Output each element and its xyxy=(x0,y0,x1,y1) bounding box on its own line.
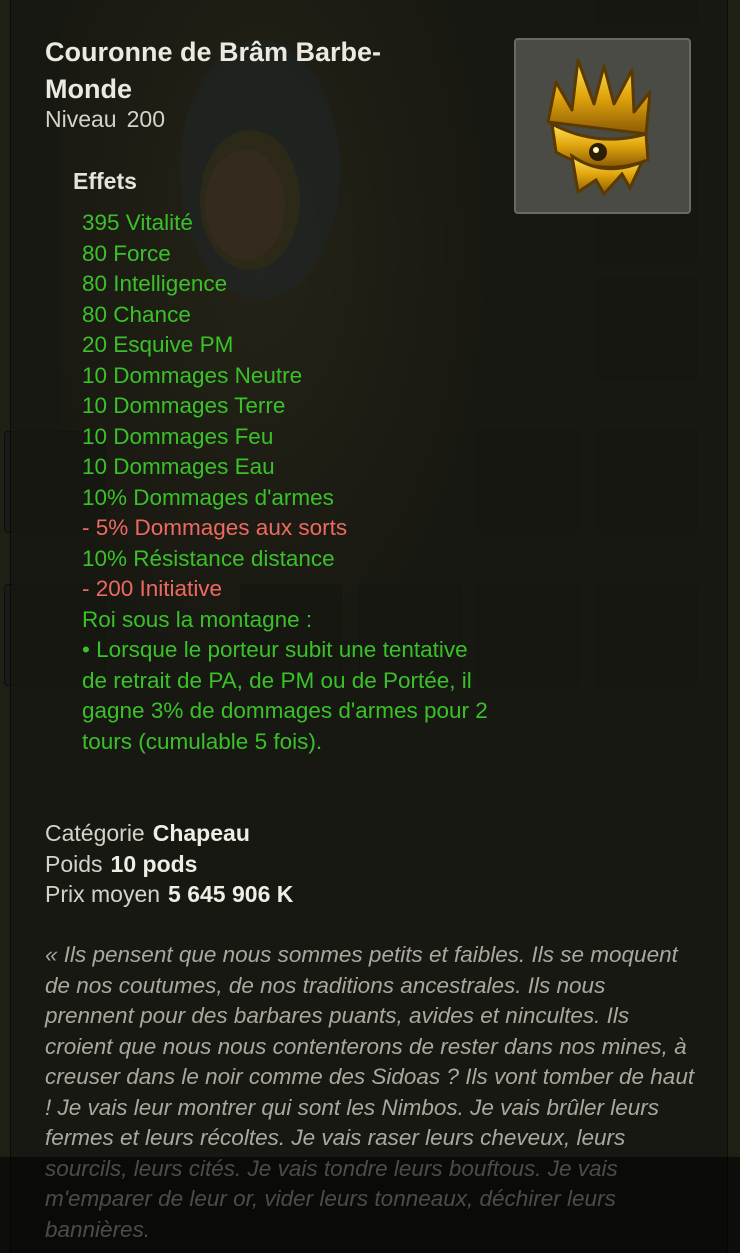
item-level-label: Niveau xyxy=(45,106,117,132)
special-effect-title: Roi sous la montagne : xyxy=(82,606,313,632)
effect-line: 20 Esquive PM xyxy=(82,332,234,357)
price-row: Prix moyen 5 645 906 K xyxy=(45,879,293,910)
weight-label: Poids xyxy=(45,850,103,877)
golden-crown-icon xyxy=(546,58,652,197)
effect-line: 80 Force xyxy=(82,240,171,266)
effect-line-negative: - 200 Initiative xyxy=(82,576,223,601)
effect-line: 80 Chance xyxy=(82,301,191,327)
effect-line: 80 Intelligence xyxy=(82,271,228,296)
effect-line: 10 Dommages Eau xyxy=(82,454,275,479)
bottom-shade xyxy=(0,1157,740,1253)
item-name: Couronne de Brâm Barbe-Monde xyxy=(45,37,382,104)
effect-line: 10% Dommages d'armes xyxy=(82,484,334,510)
item-level: Niveau 200 xyxy=(45,106,165,133)
item-properties: Catégorie Chapeau Poids 10 pods Prix moyen… xyxy=(45,818,293,910)
special-effect-description: • Lorsque le porteur subit une tentative… xyxy=(82,637,488,754)
category-label: Catégorie xyxy=(45,820,145,846)
item-level-value: 200 xyxy=(126,106,165,132)
category-row: Catégorie Chapeau xyxy=(45,818,293,849)
price-label: Prix moyen xyxy=(45,881,161,907)
effects-header: Effets xyxy=(73,168,137,194)
effect-line: 395 Vitalité xyxy=(82,210,193,235)
effect-line: 10 Dommages Feu xyxy=(82,423,274,449)
weight-row: Poids 10 pods xyxy=(45,849,293,880)
effect-line: 10% Résistance distance xyxy=(82,545,335,571)
category-value: Chapeau xyxy=(152,820,250,846)
effect-line: 10 Dommages Terre xyxy=(82,393,286,418)
price-value: 5 645 906 K xyxy=(168,881,294,907)
weight-value: 10 pods xyxy=(110,850,198,877)
effects-list: 395 Vitalité 80 Force 80 Intelligence 80… xyxy=(82,208,492,757)
item-icon-frame xyxy=(514,38,691,214)
effect-line: 10 Dommages Neutre xyxy=(82,362,303,388)
effect-line-negative: - 5% Dommages aux sorts xyxy=(82,515,348,540)
